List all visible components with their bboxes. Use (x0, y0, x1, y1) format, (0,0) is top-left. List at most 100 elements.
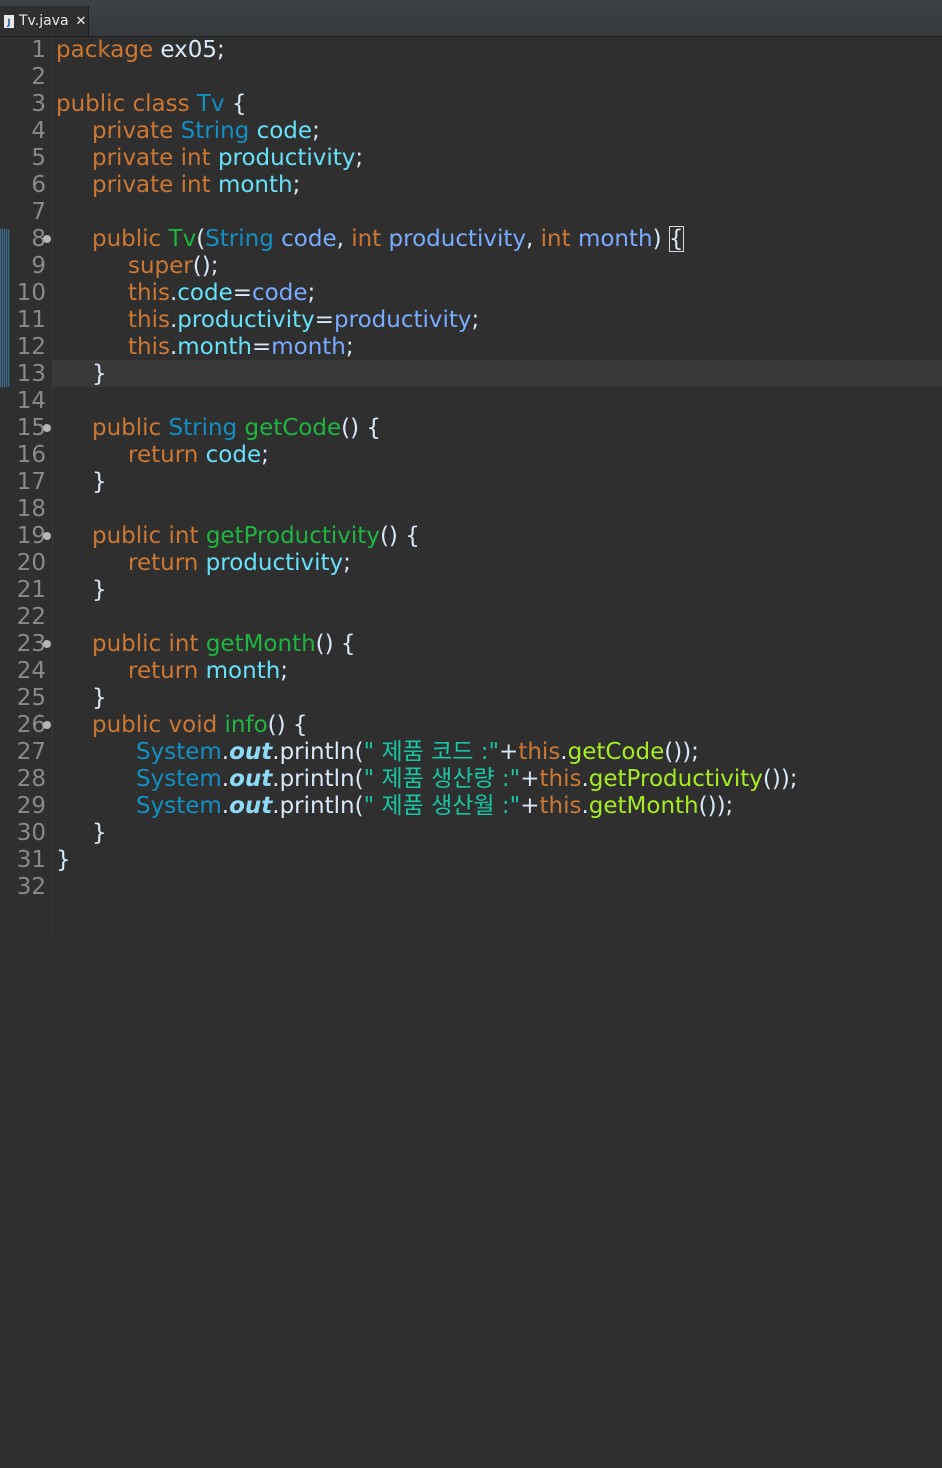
package-name: ex05; (153, 37, 225, 63)
fold-toggle-icon[interactable] (43, 640, 51, 648)
keyword: return (128, 442, 206, 468)
fold-toggle-icon[interactable] (43, 532, 51, 540)
punctuation: ; (343, 550, 351, 576)
punctuation: ; (312, 118, 320, 144)
punctuation: , (526, 226, 541, 252)
closing-brace: } (92, 820, 107, 846)
line-number: 12 (16, 334, 46, 360)
method-call-name: getMonth (588, 793, 699, 819)
java-file-icon: J (4, 14, 14, 28)
method-name: getCode (237, 415, 342, 441)
field-name: month (177, 334, 252, 360)
code-line: } (56, 847, 71, 874)
keyword: this (518, 739, 561, 765)
line-number: 20 (16, 550, 46, 576)
parameter-name: productivity (381, 226, 527, 252)
line-number: 23 (16, 631, 46, 657)
close-icon[interactable]: ✕ (76, 14, 87, 29)
line-number: 10 (16, 280, 46, 306)
code-line: package ex05; (56, 37, 225, 64)
method-name: getProductivity (205, 523, 380, 549)
line-number: 13 (16, 361, 46, 387)
code-line: super(); (128, 253, 218, 280)
punctuation: ; (261, 442, 269, 468)
tab-tv-java[interactable]: J Tv.java ✕ (0, 6, 89, 36)
code-line: private String code; (92, 118, 320, 145)
punctuation: () { (379, 523, 420, 549)
punctuation: ; (280, 658, 289, 684)
line-number: 9 (31, 253, 46, 279)
punctuation: { (224, 91, 247, 117)
keyword: public void (92, 712, 225, 738)
code-line: public int getMonth() { (92, 631, 356, 658)
method-name: getMonth (205, 631, 316, 657)
line-number: 24 (16, 658, 46, 684)
keyword: public (92, 226, 169, 252)
code-line: public String getCode() { (92, 415, 381, 442)
method-call-name: getCode (567, 739, 665, 765)
punctuation: (); (192, 253, 219, 279)
fold-toggle-icon[interactable] (43, 424, 51, 432)
tab-title: Tv.java (19, 13, 69, 29)
code-line: return month; (128, 658, 288, 685)
fold-toggle-icon[interactable] (43, 721, 51, 729)
matched-brace: { (668, 226, 684, 252)
type-name: String (168, 415, 238, 441)
punctuation: . (221, 766, 230, 792)
string-literal: " 제품 생산량 :" (363, 766, 521, 792)
punctuation: ( (196, 226, 206, 252)
code-area[interactable]: package ex05; public class Tv { private … (56, 37, 942, 1468)
parameter-name: productivity (334, 307, 472, 333)
field-name: code (249, 118, 313, 144)
code-line: private int productivity; (92, 145, 363, 172)
code-line: return productivity; (128, 550, 351, 577)
keyword: this (128, 307, 170, 333)
keyword: public int (92, 631, 206, 657)
line-number: 3 (31, 91, 46, 117)
code-line: this.code=code; (128, 280, 315, 307)
punctuation: . (581, 766, 589, 792)
punctuation: ) (652, 226, 669, 252)
keyword: public int (92, 523, 206, 549)
parameter-name: code (273, 226, 337, 252)
closing-brace: } (92, 685, 107, 711)
code-line: System.out.println(" 제품 코드 :"+this.getCo… (136, 739, 699, 766)
line-number: 30 (16, 820, 46, 846)
fold-toggle-icon[interactable] (43, 235, 51, 243)
string-literal: " 제품 생산월 :" (363, 793, 521, 819)
code-editor[interactable]: 1 2 3 4 5 6 7 8 9 10 11 12 13 14 15 16 1… (0, 37, 942, 933)
code-line: } (92, 577, 107, 604)
operator: + (520, 766, 540, 792)
punctuation: . (221, 739, 230, 765)
line-number-gutter: 1 2 3 4 5 6 7 8 9 10 11 12 13 14 15 16 1… (0, 37, 53, 933)
line-number: 14 (16, 388, 46, 414)
code-line: public void info() { (92, 712, 308, 739)
line-number: 16 (16, 442, 46, 468)
line-number: 18 (16, 496, 46, 522)
keyword: package (56, 37, 154, 63)
method-call: .println( (272, 793, 364, 819)
keyword: this (539, 793, 582, 819)
line-number: 25 (16, 685, 46, 711)
line-number: 28 (16, 766, 46, 792)
code-line: return code; (128, 442, 269, 469)
line-number: 5 (31, 145, 46, 171)
line-number: 31 (16, 847, 46, 873)
method-call: .println( (272, 766, 364, 792)
editor-tab-bar: J Tv.java ✕ (0, 0, 942, 37)
string-literal: " 제품 코드 :" (363, 739, 500, 765)
keyword: super (128, 253, 193, 279)
line-number: 22 (16, 604, 46, 630)
parameter-name: code (252, 280, 308, 306)
keyword: this (128, 280, 170, 306)
type-name: String (180, 118, 250, 144)
line-number: 19 (16, 523, 46, 549)
punctuation: = (251, 334, 272, 360)
punctuation: . (221, 793, 230, 819)
keyword: private (92, 118, 181, 144)
keyword: int (351, 226, 382, 252)
punctuation: = (232, 280, 253, 306)
field-name: code (205, 442, 262, 468)
line-number: 27 (16, 739, 46, 765)
line-number: 2 (31, 64, 46, 90)
